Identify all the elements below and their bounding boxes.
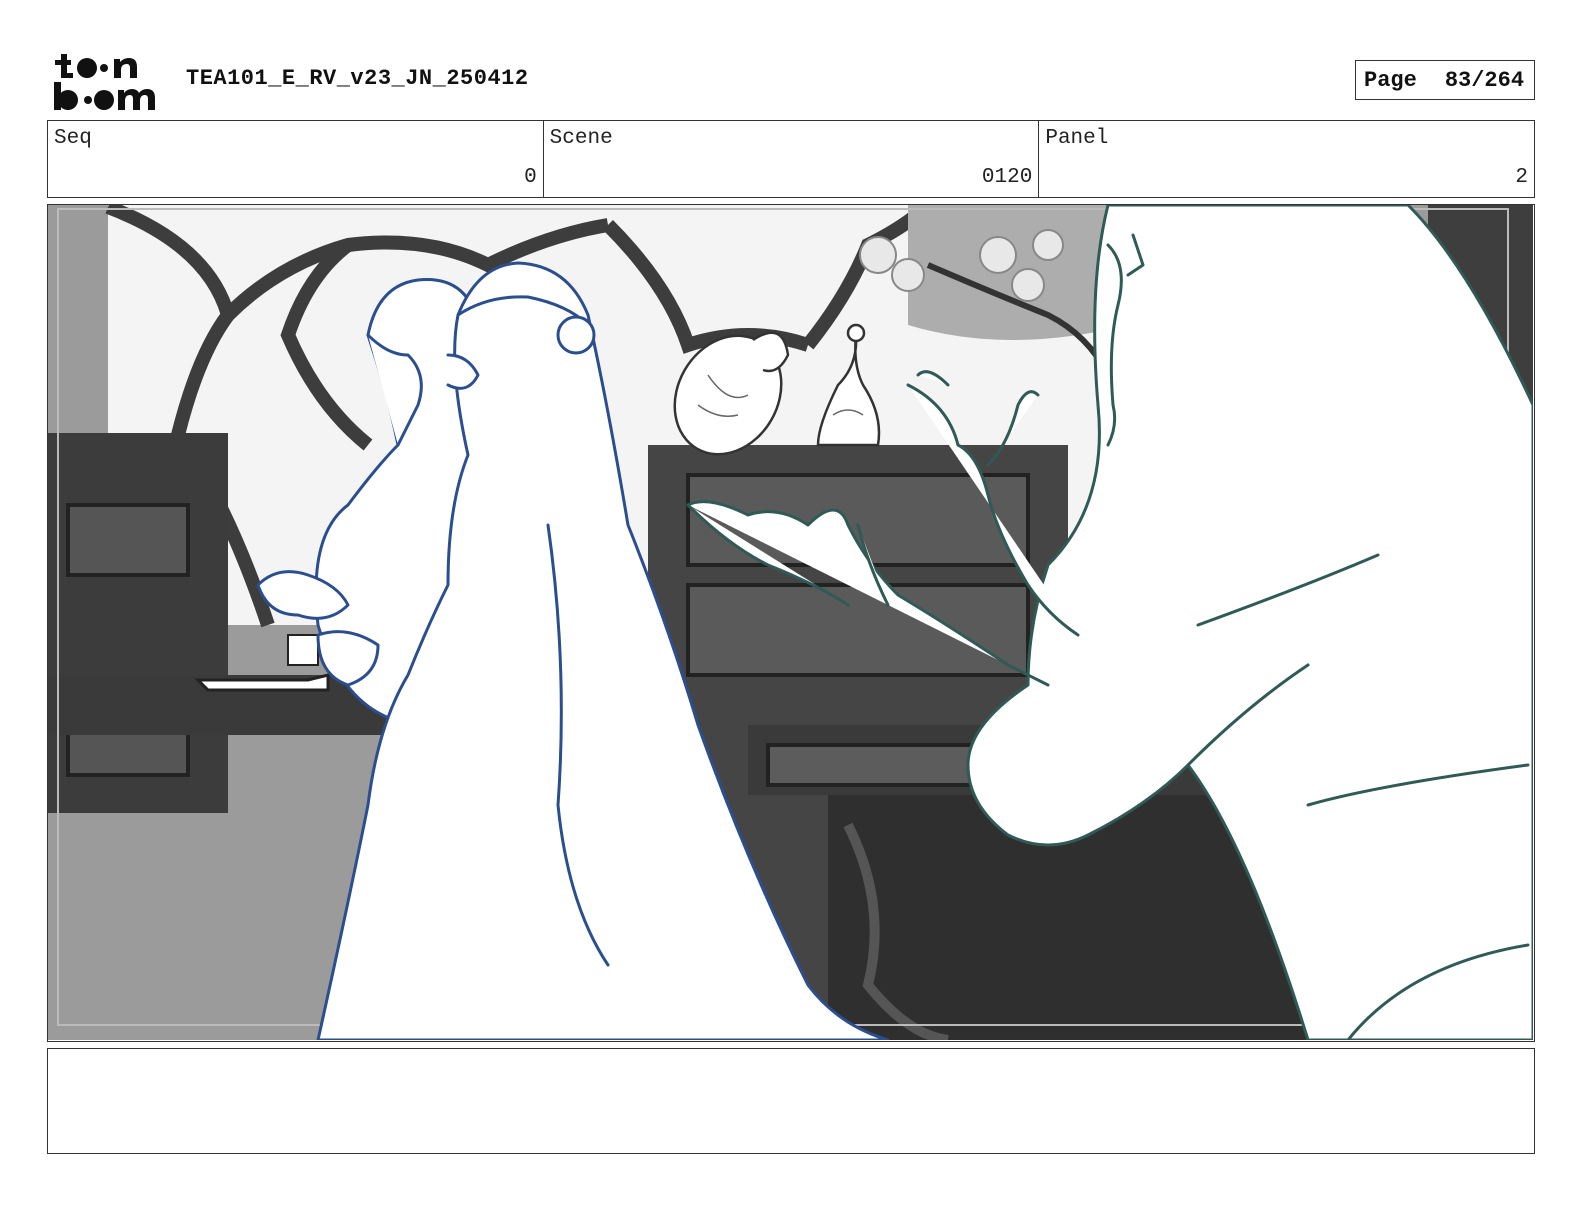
storyboard-sketch-image (48, 205, 1533, 1040)
scene-value: 0120 (981, 166, 1033, 189)
panel-value: 2 (1515, 166, 1529, 189)
scene-label: Scene (549, 127, 613, 150)
document-title: TEA101_E_RV_v23_JN_250412 (186, 66, 529, 91)
page-indicator: Page 83/264 (1355, 60, 1535, 100)
seq-cell: Seq 0 (48, 121, 544, 197)
panel-notes-box (47, 1048, 1535, 1154)
toon-boom-logo (50, 50, 166, 114)
panel-cell: Panel 2 (1039, 121, 1534, 197)
storyboard-panel (47, 204, 1535, 1042)
panel-label: Panel (1045, 127, 1109, 150)
page-label: Page (1364, 67, 1417, 93)
seq-label: Seq (54, 127, 92, 150)
scene-cell: Scene 0120 (544, 121, 1040, 197)
seq-value: 0 (524, 166, 537, 189)
page-number: 83/264 (1444, 67, 1525, 93)
shot-info-row: Seq 0 Scene 0120 Panel 2 (47, 120, 1535, 198)
